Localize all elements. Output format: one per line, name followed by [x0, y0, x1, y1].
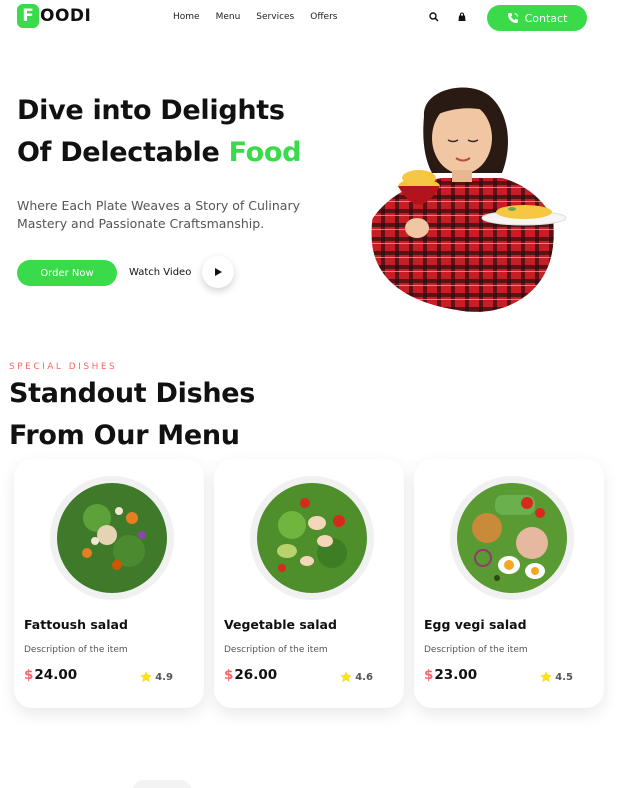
contact-label: Contact: [524, 11, 568, 25]
rating-value: 4.5: [555, 671, 573, 683]
star-icon: [140, 671, 152, 683]
dish-card[interactable]: Egg vegi salad Description of the item $…: [414, 459, 604, 708]
rating-value: 4.9: [155, 671, 173, 683]
dish-rating: 4.9: [140, 671, 173, 683]
play-video-button[interactable]: [202, 256, 234, 288]
fattoush-salad-image: [50, 476, 174, 600]
rating-value: 4.6: [355, 671, 373, 683]
section-eyebrow: SPECIAL DISHES: [9, 362, 118, 372]
dish-rating: 4.5: [540, 671, 573, 683]
price-value: 26.00: [234, 667, 278, 683]
dish-description: Description of the item: [24, 645, 128, 655]
currency-symbol: $: [424, 667, 434, 683]
nav-link-home[interactable]: Home: [173, 12, 200, 22]
top-navbar: F OODI Home Menu Services Offers Contact: [0, 0, 618, 36]
vegetable-salad-image: [250, 476, 374, 600]
dish-name[interactable]: Vegetable salad: [224, 617, 337, 632]
dish-name[interactable]: Fattoush salad: [24, 617, 128, 632]
price-value: 24.00: [34, 667, 78, 683]
hero-subtitle: Where Each Plate Weaves a Story of Culin…: [17, 198, 300, 231]
contact-button[interactable]: Contact: [487, 5, 587, 31]
search-icon[interactable]: [427, 10, 441, 24]
nav-link-menu[interactable]: Menu: [216, 12, 241, 22]
hero-title-accent: Food: [228, 137, 302, 168]
price-value: 23.00: [434, 667, 478, 683]
shopping-bag-icon[interactable]: [455, 10, 469, 24]
play-icon: [215, 268, 222, 276]
dish-name[interactable]: Egg vegi salad: [424, 617, 527, 632]
dish-price: $24.00: [24, 667, 77, 683]
star-icon: [540, 671, 552, 683]
hero-title: Dive into Delights Of Delectable Food: [17, 90, 302, 174]
dish-description: Description of the item: [224, 645, 328, 655]
nav-link-services[interactable]: Services: [256, 12, 294, 22]
order-now-button[interactable]: Order Now: [17, 260, 117, 286]
hero-woman-illustration: [371, 87, 567, 313]
dish-card[interactable]: Vegetable salad Description of the item …: [214, 459, 404, 708]
watch-video-link[interactable]: Watch Video: [129, 267, 191, 278]
star-icon: [340, 671, 352, 683]
dish-price: $23.00: [424, 667, 477, 683]
main-menu: Home Menu Services Offers: [173, 12, 353, 22]
dish-description: Description of the item: [424, 645, 528, 655]
phone-icon: [507, 13, 518, 23]
hero-title-prefix: Of Delectable: [17, 137, 229, 168]
section-title: Standout Dishes From Our Menu: [9, 373, 255, 457]
dish-card[interactable]: Fattoush salad Description of the item $…: [14, 459, 204, 708]
logo-mark: F: [17, 4, 39, 28]
dish-price: $26.00: [224, 667, 277, 683]
egg-vegi-salad-image: [450, 476, 574, 600]
hero-title-line2: Of Delectable Food: [17, 132, 302, 174]
logo-text: OODI: [40, 6, 92, 26]
nav-link-offers[interactable]: Offers: [310, 12, 337, 22]
dish-rating: 4.6: [340, 671, 373, 683]
currency-symbol: $: [24, 667, 34, 683]
section-title-line2: From Our Menu: [9, 420, 240, 451]
next-section-edge: [132, 780, 192, 788]
hero-title-line1: Dive into Delights: [17, 95, 285, 126]
currency-symbol: $: [224, 667, 234, 683]
section-title-line1: Standout Dishes: [9, 378, 256, 409]
brand-logo[interactable]: F OODI: [17, 4, 91, 28]
